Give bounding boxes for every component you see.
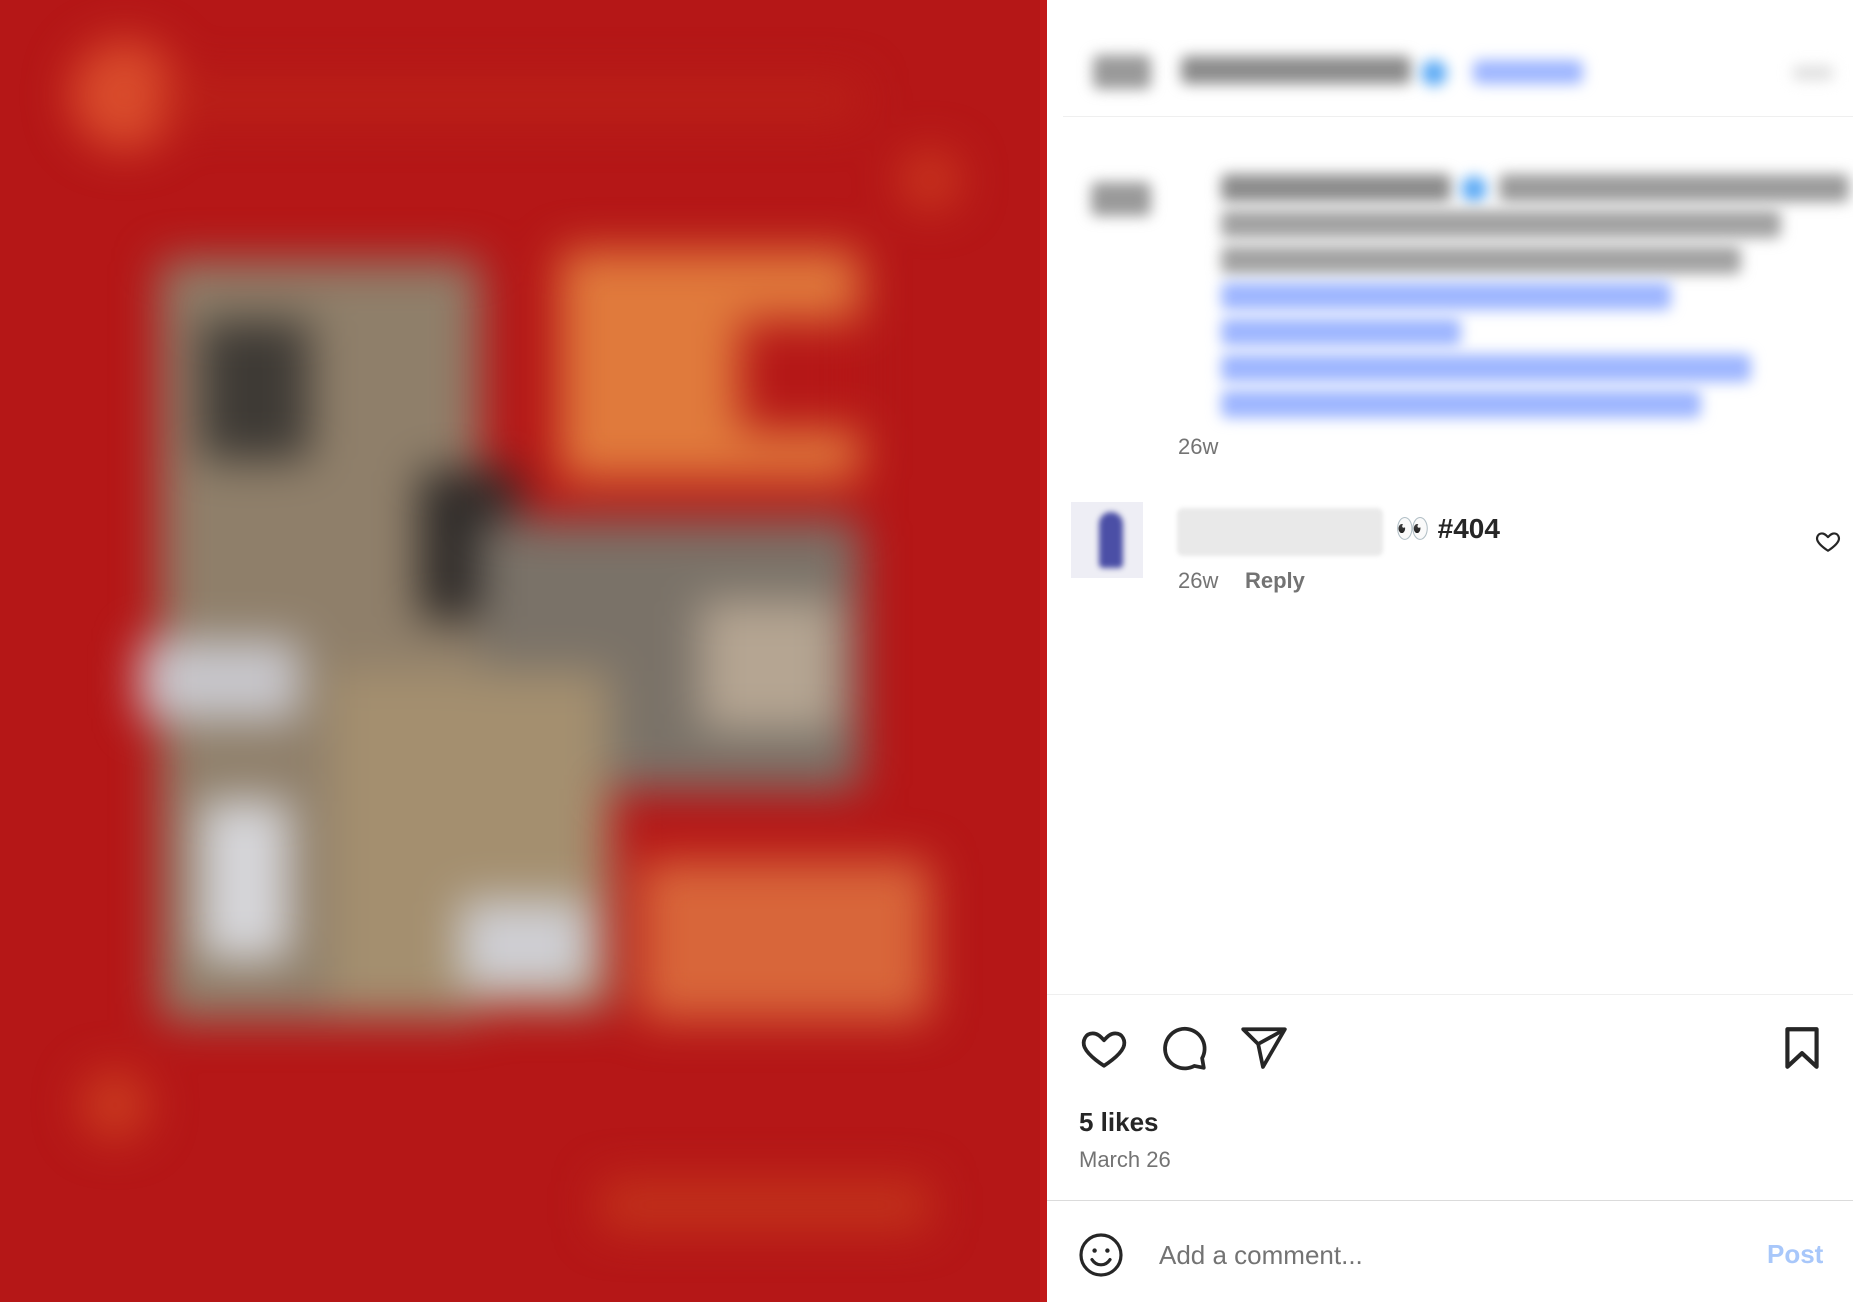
media-divider: [1040, 0, 1047, 1302]
caption-text-line: [1221, 246, 1741, 274]
caption-link[interactable]: [1221, 282, 1671, 310]
caption-timestamp[interactable]: 26w: [1178, 434, 1218, 460]
caption-link[interactable]: [1221, 390, 1701, 418]
comment-text: 👀 #404: [1395, 513, 1500, 544]
post-caption: [1063, 140, 1853, 470]
comment-item: 👀 #404 26w Reply: [1047, 500, 1853, 610]
bookmark-icon[interactable]: [1777, 1023, 1827, 1073]
commenter-username[interactable]: [1177, 508, 1383, 556]
follow-button[interactable]: [1473, 60, 1583, 84]
post-header: [1063, 20, 1853, 117]
likes-count[interactable]: 5 likes: [1079, 1107, 1159, 1138]
like-icon[interactable]: [1079, 1023, 1129, 1073]
author-username[interactable]: [1181, 56, 1411, 84]
post-media[interactable]: [0, 0, 1040, 1302]
reply-button[interactable]: Reply: [1245, 568, 1305, 594]
caption-text-line: [1221, 210, 1781, 238]
comment-bubble-icon[interactable]: [1159, 1023, 1209, 1073]
caption-author-avatar[interactable]: [1091, 182, 1151, 216]
commenter-avatar[interactable]: [1071, 502, 1143, 578]
paper-plane-icon[interactable]: [1239, 1023, 1289, 1073]
post-comment-button[interactable]: Post: [1767, 1239, 1823, 1270]
caption-text-line: [1221, 174, 1451, 202]
more-options-icon[interactable]: [1793, 66, 1833, 80]
comment-timestamp[interactable]: 26w: [1178, 568, 1218, 594]
blurred-post-image: [0, 0, 1040, 1302]
caption-link[interactable]: [1221, 318, 1461, 346]
caption-link[interactable]: [1221, 354, 1751, 382]
post-date: March 26: [1079, 1147, 1171, 1172]
verified-badge-icon: [1421, 60, 1447, 86]
add-comment-bar: Post: [1047, 1200, 1853, 1303]
smiley-icon[interactable]: [1077, 1231, 1125, 1279]
verified-badge-icon: [1461, 176, 1487, 202]
caption-text-line: [1499, 174, 1849, 202]
comment-like-icon[interactable]: [1815, 528, 1841, 554]
post-actions: 5 likes March 26: [1047, 994, 1853, 1203]
author-avatar[interactable]: [1093, 55, 1151, 89]
comment-input[interactable]: [1157, 1227, 1721, 1283]
